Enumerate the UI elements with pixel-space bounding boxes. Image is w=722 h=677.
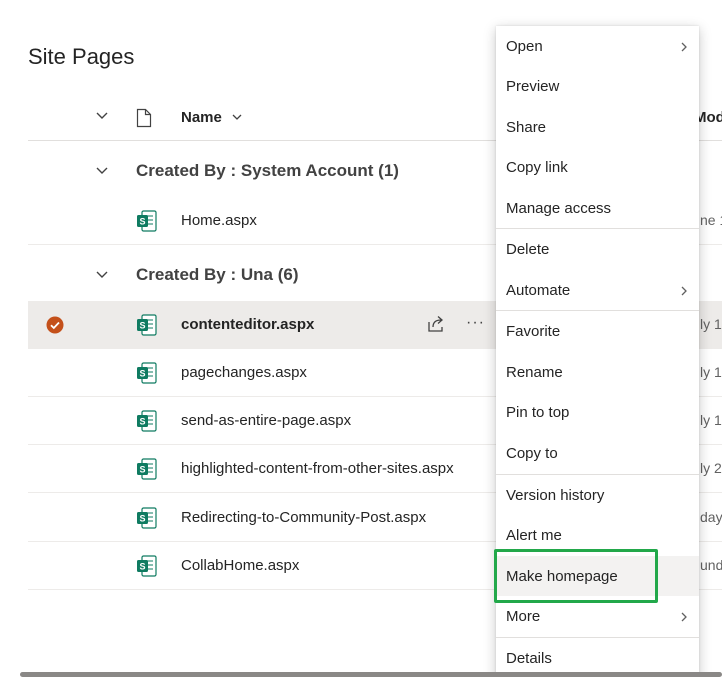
menu-item-label: Open [506,38,543,55]
menu-item-preview[interactable]: Preview [496,66,699,106]
sharepoint-page-icon: S [136,507,158,534]
menu-item-copy-to[interactable]: Copy to [496,433,699,473]
menu-item-version-history[interactable]: Version history [496,475,699,515]
menu-item-label: Automate [506,282,571,299]
svg-text:S: S [139,217,145,227]
collapse-all-chevron-icon[interactable] [95,108,109,127]
sharepoint-page-icon: S [136,362,158,389]
file-modified: ly 1 [700,412,722,428]
menu-item-label: Share [506,119,547,136]
column-name-header[interactable]: Name [181,109,222,126]
sharepoint-page-icon: S [136,410,158,437]
share-icon[interactable] [426,315,446,338]
file-modified: ly 2 [700,460,722,476]
sharepoint-page-icon: S [136,555,158,582]
sharepoint-page-icon: S [136,314,158,341]
svg-text:S: S [139,514,145,524]
file-name[interactable]: highlighted-content-from-other-sites.asp… [181,460,454,477]
page-title: Site Pages [28,44,135,69]
file-modified: ly 1 [700,316,722,332]
menu-item-manage-access[interactable]: Manage access [496,188,699,228]
menu-item-label: Favorite [506,323,561,340]
file-modified: ne 1 [700,212,722,228]
chevron-down-icon[interactable] [95,164,109,182]
menu-item-favorite[interactable]: Favorite [496,311,699,351]
svg-text:S: S [139,369,145,379]
menu-item-label: Version history [506,487,605,504]
file-name[interactable]: CollabHome.aspx [181,557,299,574]
chevron-down-icon[interactable] [95,268,109,286]
svg-text:S: S [139,417,145,427]
chevron-right-icon [679,284,689,302]
menu-item-label: Rename [506,364,563,381]
file-name[interactable]: send-as-entire-page.aspx [181,412,351,429]
group-label: Created By : System Account (1) [136,161,399,180]
group-label: Created By : Una (6) [136,265,299,284]
menu-item-label: Pin to top [506,404,570,421]
highlight-annotation-box [494,549,658,603]
svg-text:S: S [139,465,145,475]
menu-item-label: More [506,608,541,625]
chevron-right-icon [679,610,689,628]
file-type-icon[interactable] [136,108,152,133]
menu-item-label: Copy to [506,445,558,462]
menu-item-label: Delete [506,241,550,258]
file-name[interactable]: Home.aspx [181,212,257,229]
menu-item-label: Manage access [506,200,612,217]
chevron-down-icon[interactable] [231,110,243,128]
menu-item-rename[interactable]: Rename [496,352,699,392]
more-icon[interactable]: ··· [466,314,485,332]
file-modified: unda [700,557,722,573]
chevron-right-icon [679,40,689,58]
check-circle-icon[interactable] [46,316,64,339]
menu-item-label: Alert me [506,527,562,544]
file-name[interactable]: pagechanges.aspx [181,364,307,381]
sharepoint-page-icon: S [136,458,158,485]
menu-item-share[interactable]: Share [496,107,699,147]
svg-text:S: S [139,562,145,572]
menu-item-automate[interactable]: Automate [496,270,699,310]
menu-item-label: Copy link [506,159,568,176]
svg-text:S: S [139,321,145,331]
file-name[interactable]: Redirecting-to-Community-Post.aspx [181,509,426,526]
file-modified: days [700,509,722,525]
menu-item-open[interactable]: Open [496,26,699,66]
menu-item-copy-link[interactable]: Copy link [496,147,699,187]
file-modified: ly 1 [700,364,722,380]
menu-item-pin-to-top[interactable]: Pin to top [496,392,699,432]
menu-item-label: Preview [506,78,560,95]
horizontal-scrollbar[interactable] [20,672,722,677]
menu-item-delete[interactable]: Delete [496,229,699,269]
menu-item-label: Details [506,650,552,667]
sharepoint-page-icon: S [136,210,158,237]
file-name[interactable]: contenteditor.aspx [181,316,314,333]
